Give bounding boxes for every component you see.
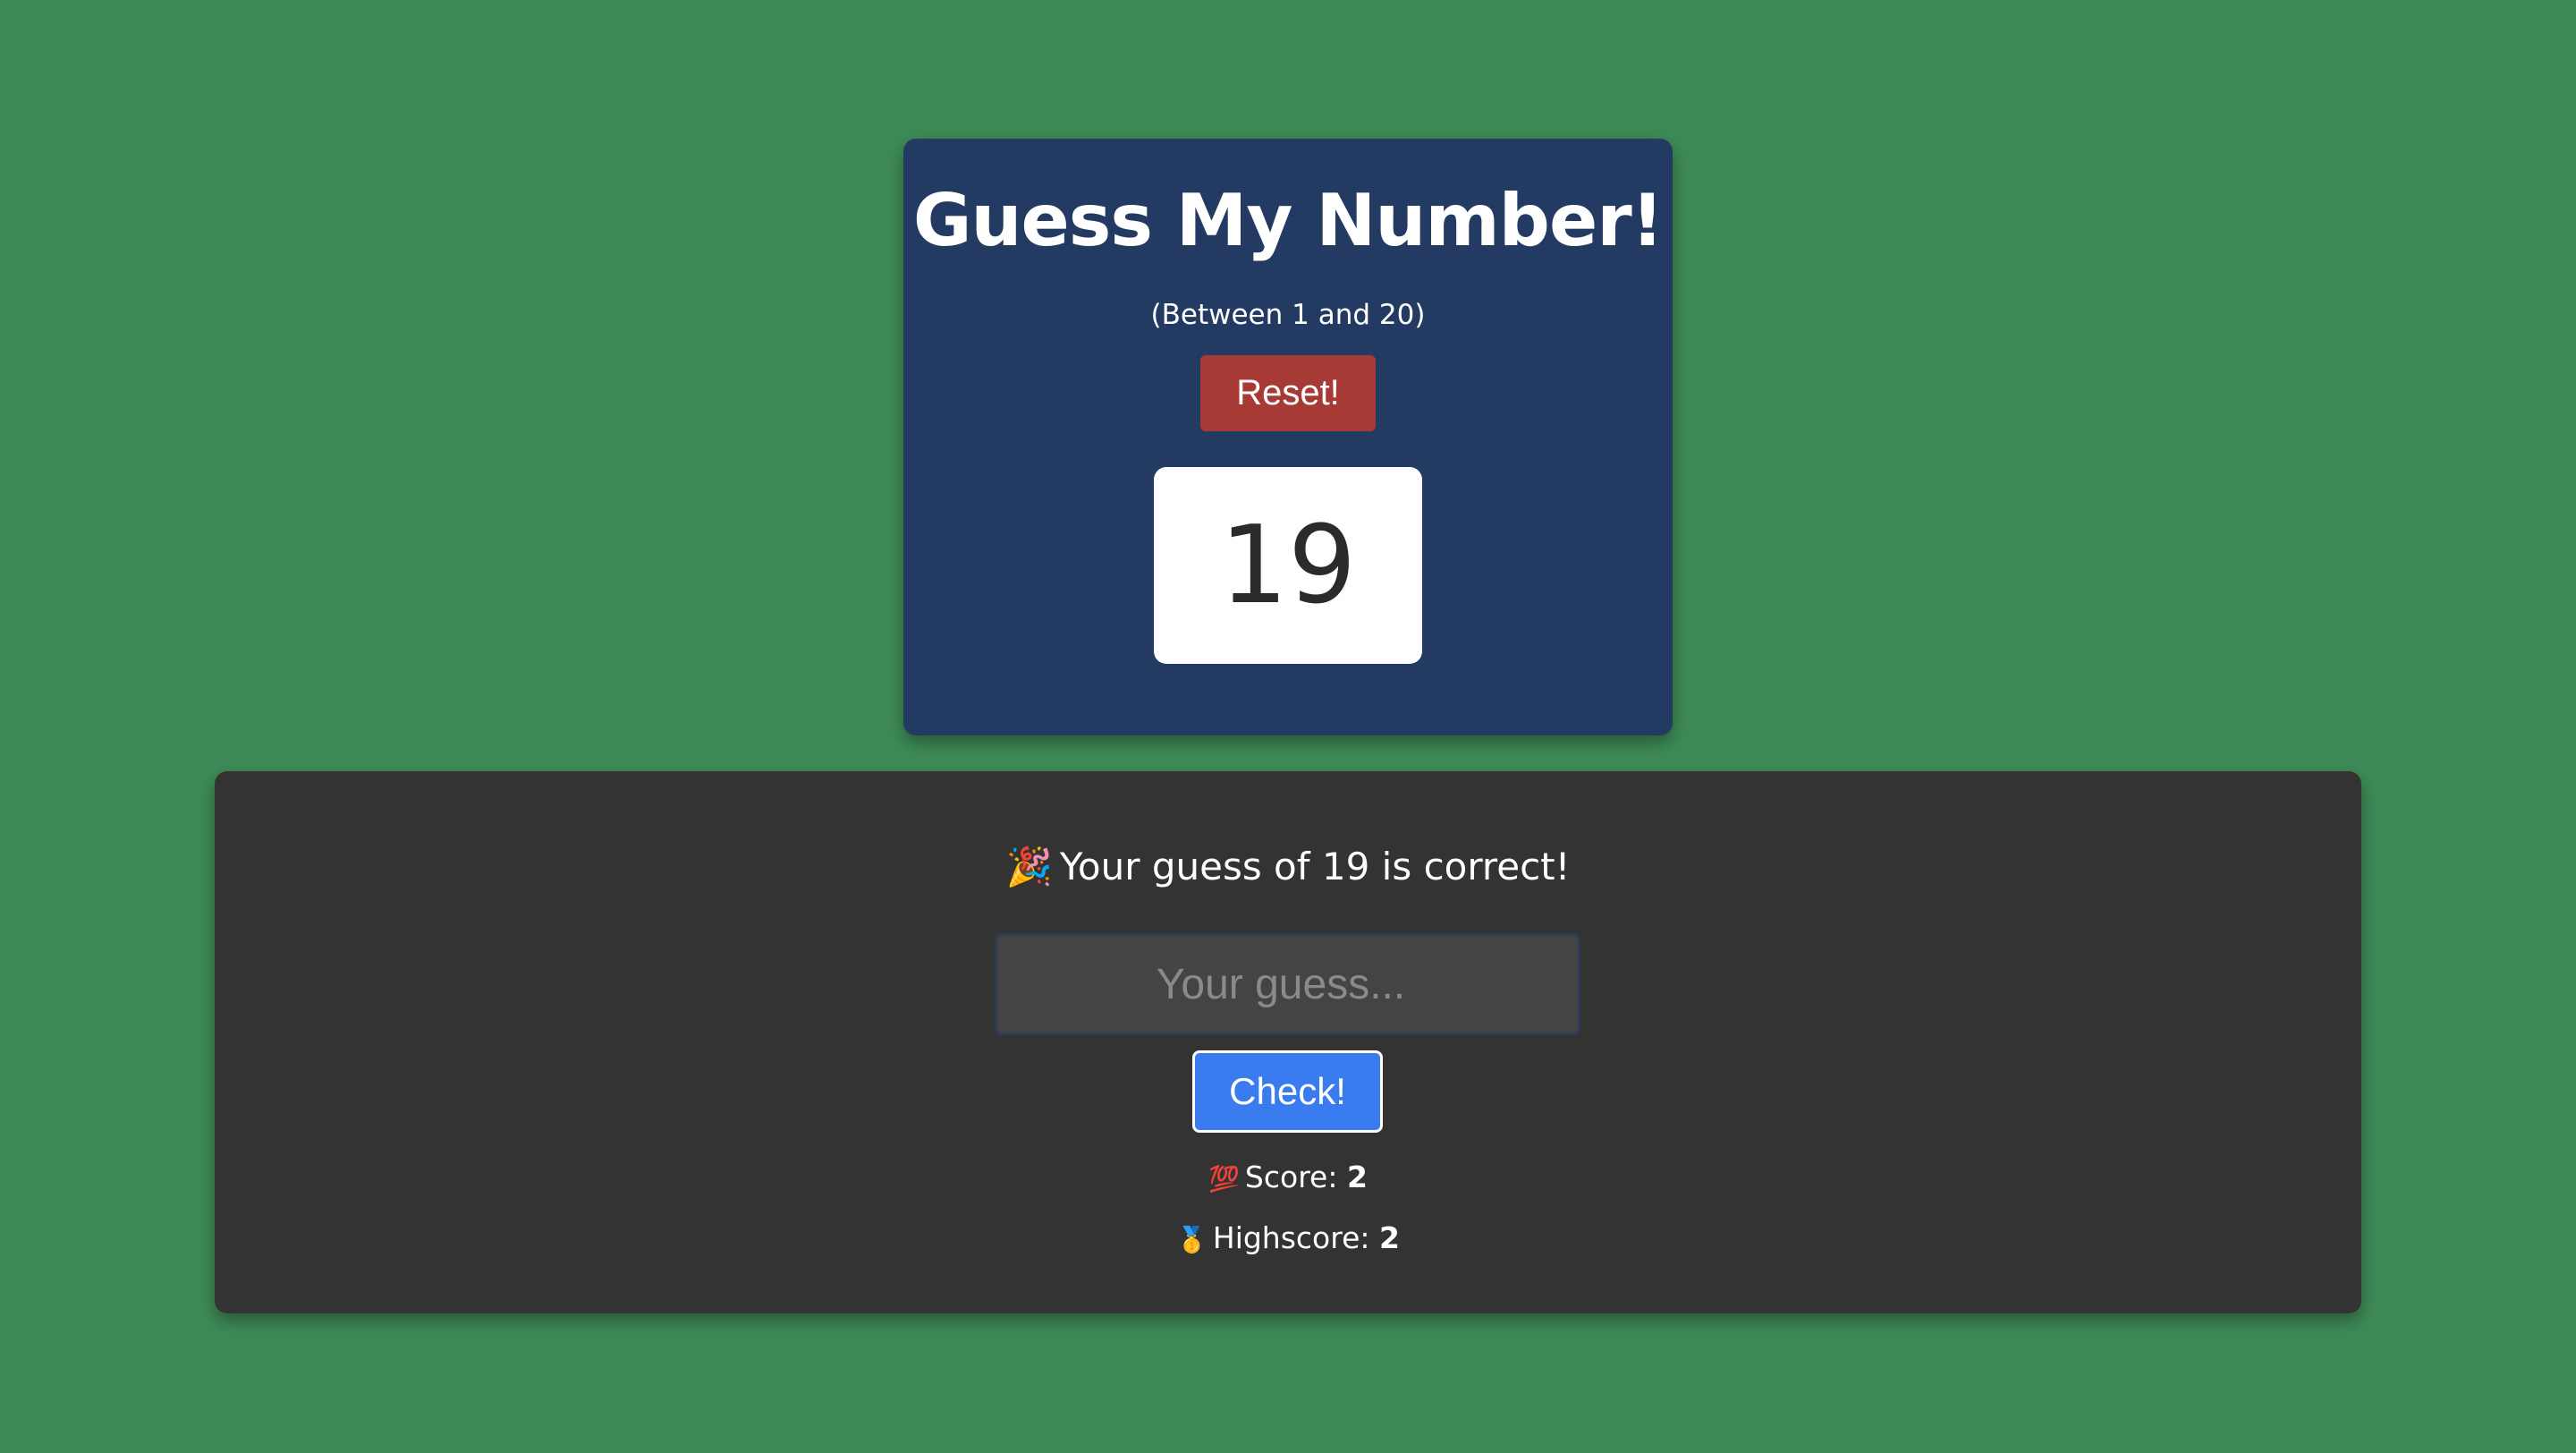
range-subtitle: (Between 1 and 20) <box>1150 299 1426 331</box>
party-popper-icon: 🎉 <box>1005 845 1053 888</box>
gold-medal-icon: 🥇 <box>1176 1225 1208 1254</box>
guess-input[interactable] <box>995 933 1580 1035</box>
status-message: 🎉 Your guess of 19 is correct! <box>0 845 2576 889</box>
highscore-label: Highscore: <box>1212 1220 1370 1255</box>
reset-button[interactable]: Reset! <box>1200 355 1376 431</box>
check-button[interactable]: Check! <box>1192 1050 1383 1133</box>
secret-number: 19 <box>1219 503 1357 628</box>
hundred-points-icon: 💯 <box>1208 1164 1240 1194</box>
score-label: Score: <box>1244 1160 1338 1194</box>
score-value: 2 <box>1346 1160 1368 1194</box>
page-title: Guess My Number! <box>912 179 1664 262</box>
highscore-display: 🥇 Highscore: 2 <box>0 1220 2576 1255</box>
score-display: 💯 Score: 2 <box>0 1160 2576 1194</box>
status-message-text: Your guess of 19 is correct! <box>1059 845 1571 888</box>
highscore-value: 2 <box>1379 1220 1400 1255</box>
secret-number-box: 19 <box>1154 467 1422 664</box>
